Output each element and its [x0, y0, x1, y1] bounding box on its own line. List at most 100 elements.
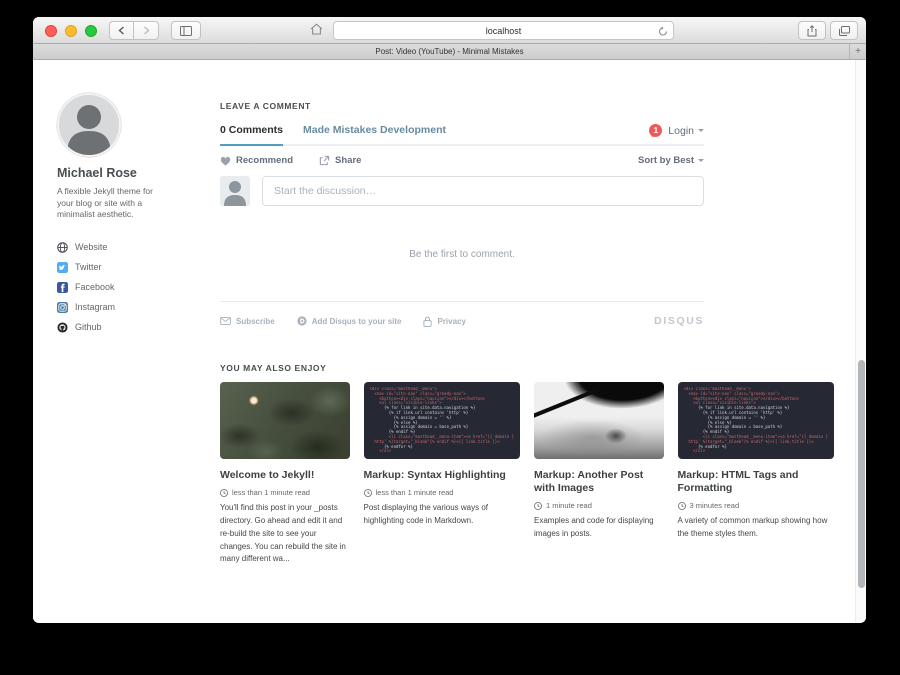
- link-label: Facebook: [75, 282, 115, 292]
- clock-icon: [678, 502, 686, 510]
- read-time: less than 1 minute read: [232, 488, 310, 497]
- tab-overview-button[interactable]: [830, 21, 858, 40]
- sort-by-dropdown[interactable]: Sort by Best: [638, 155, 704, 166]
- sidebar-item-website[interactable]: Website: [57, 237, 217, 257]
- link-label: Website: [75, 242, 107, 252]
- sidebar-item-instagram[interactable]: Instagram: [57, 297, 217, 317]
- post-title-link[interactable]: Welcome to Jekyll!: [220, 469, 350, 482]
- globe-icon: [57, 242, 68, 253]
- new-tab-button[interactable]: +: [849, 44, 866, 59]
- share-button[interactable]: [798, 21, 826, 40]
- read-time: less than 1 minute read: [376, 488, 454, 497]
- minimize-window-button[interactable]: [65, 25, 77, 37]
- recommend-button[interactable]: Recommend: [220, 155, 293, 166]
- github-icon: [57, 322, 68, 333]
- forward-button[interactable]: [134, 21, 159, 40]
- refresh-button[interactable]: [658, 26, 668, 37]
- post-thumbnail-bw-tree[interactable]: [534, 382, 664, 459]
- author-name: Michael Rose: [57, 166, 217, 180]
- read-time: 3 minutes read: [690, 501, 740, 510]
- comments-section: LEAVE A COMMENT 0 Comments Made Mistakes…: [220, 101, 704, 327]
- post-meta: 1 minute read: [534, 501, 664, 510]
- post-excerpt: A variety of common markup showing how t…: [678, 515, 835, 541]
- sidebar-toggle-button[interactable]: [171, 21, 201, 40]
- login-control[interactable]: 1 Login: [649, 124, 704, 144]
- address-bar[interactable]: localhost: [333, 21, 674, 40]
- related-card: Markup: Another Post with Images 1 minut…: [534, 382, 664, 566]
- clock-icon: [364, 489, 372, 497]
- scrollbar-thumb[interactable]: [858, 360, 865, 588]
- empty-state-message: Be the first to comment.: [220, 249, 704, 260]
- instagram-icon: [57, 302, 68, 313]
- related-cards: Welcome to Jekyll! less than 1 minute re…: [220, 382, 834, 566]
- link-label: Twitter: [75, 262, 102, 272]
- related-card: <div class="masthead__menu"> <nav id="si…: [678, 382, 835, 566]
- post-meta: less than 1 minute read: [220, 488, 350, 497]
- post-excerpt: Post displaying the various ways of high…: [364, 502, 521, 528]
- sidebar-item-github[interactable]: Github: [57, 317, 217, 337]
- subscribe-label: Subscribe: [236, 317, 275, 326]
- home-icon: [310, 23, 323, 35]
- share-icon: [807, 25, 817, 37]
- post-meta: less than 1 minute read: [364, 488, 521, 497]
- author-links: Website Twitter Facebook: [57, 237, 217, 337]
- comment-input[interactable]: [262, 176, 704, 206]
- tab-comment-count[interactable]: 0 Comments: [220, 124, 283, 146]
- related-heading: YOU MAY ALSO ENJOY: [220, 363, 834, 373]
- facebook-icon: [57, 282, 68, 293]
- chevron-down-icon: [698, 129, 704, 135]
- page-content: Michael Rose A flexible Jekyll theme for…: [33, 60, 866, 622]
- post-thumbnail-code[interactable]: <div class="masthead__menu"> <nav id="si…: [678, 382, 835, 459]
- active-tab[interactable]: Post: Video (YouTube) - Minimal Mistakes: [375, 47, 523, 56]
- disqus-d-icon: [297, 316, 307, 326]
- address-url: localhost: [486, 26, 522, 36]
- scrollbar-track[interactable]: [855, 60, 866, 622]
- post-title-link[interactable]: Markup: Syntax Highlighting: [364, 469, 521, 482]
- close-window-button[interactable]: [45, 25, 57, 37]
- post-title-link[interactable]: Markup: HTML Tags and Formatting: [678, 469, 835, 495]
- post-thumbnail-green-macro[interactable]: [220, 382, 350, 459]
- add-disqus-link[interactable]: Add Disqus to your site: [297, 316, 402, 326]
- link-label: Instagram: [75, 302, 115, 312]
- lock-icon: [423, 316, 432, 327]
- back-button[interactable]: [109, 21, 134, 40]
- author-sidebar: Michael Rose A flexible Jekyll theme for…: [57, 93, 217, 337]
- notification-badge: 1: [649, 124, 662, 137]
- share-thread-button[interactable]: Share: [319, 155, 361, 166]
- chevron-left-icon: [118, 26, 125, 35]
- heart-icon: [220, 156, 231, 166]
- disqus-logo[interactable]: DISQUS: [654, 315, 704, 327]
- person-silhouette-icon: [220, 176, 250, 206]
- browser-toolbar: localhost: [33, 17, 866, 44]
- privacy-link[interactable]: Privacy: [423, 316, 465, 327]
- login-label: Login: [668, 125, 694, 137]
- tab-community[interactable]: Made Mistakes Development: [303, 124, 446, 144]
- disqus-footer: Subscribe Add Disqus to your site Privac…: [220, 315, 704, 327]
- disqus-actions: Recommend Share Sort by Best: [220, 155, 704, 166]
- post-thumbnail-code[interactable]: <div class="masthead__menu"> <nav id="si…: [364, 382, 521, 459]
- envelope-icon: [220, 317, 231, 325]
- person-silhouette-icon: [59, 95, 119, 155]
- home-button[interactable]: [310, 23, 323, 35]
- recommend-label: Recommend: [236, 155, 293, 166]
- related-posts-section: YOU MAY ALSO ENJOY Welcome to Jekyll! le…: [220, 363, 834, 566]
- author-avatar: [57, 93, 121, 157]
- zoom-window-button[interactable]: [85, 25, 97, 37]
- clock-icon: [220, 489, 228, 497]
- post-title-link[interactable]: Markup: Another Post with Images: [534, 469, 664, 495]
- nav-button-group: [109, 21, 159, 40]
- sidebar-item-twitter[interactable]: Twitter: [57, 257, 217, 277]
- add-disqus-label: Add Disqus to your site: [312, 317, 402, 326]
- tabs-icon: [839, 26, 850, 36]
- chevron-down-icon: [698, 159, 704, 165]
- comments-heading: LEAVE A COMMENT: [220, 101, 704, 111]
- link-label: Github: [75, 322, 102, 332]
- comment-form: [220, 176, 704, 206]
- disqus-header: 0 Comments Made Mistakes Development 1 L…: [220, 124, 704, 146]
- sidebar-item-facebook[interactable]: Facebook: [57, 277, 217, 297]
- subscribe-link[interactable]: Subscribe: [220, 317, 275, 326]
- disqus-divider: [220, 301, 704, 302]
- commenter-avatar: [220, 176, 250, 206]
- read-time: 1 minute read: [546, 501, 592, 510]
- twitter-icon: [57, 262, 68, 273]
